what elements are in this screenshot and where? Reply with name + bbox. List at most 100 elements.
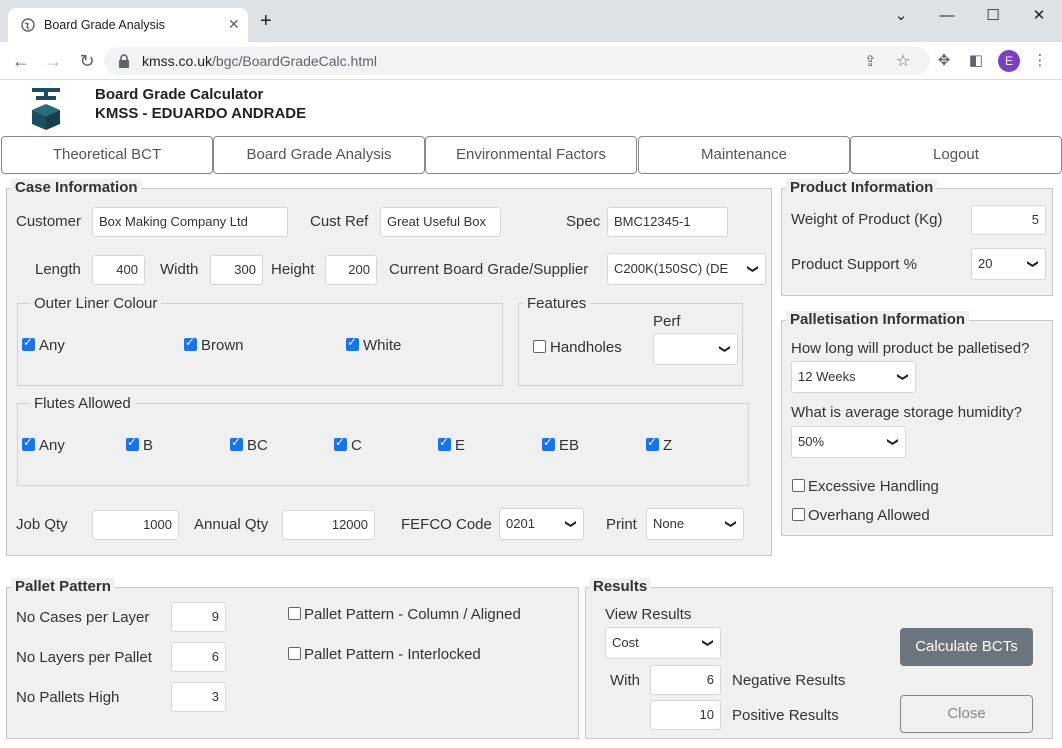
menu-icon[interactable]: ⋮ xyxy=(1031,52,1049,70)
new-tab-icon[interactable]: + xyxy=(260,11,272,31)
excessive-handling-checkbox[interactable] xyxy=(792,479,805,492)
chevron-down-icon: ❯ xyxy=(724,519,737,529)
flute-c-label: C xyxy=(351,437,362,454)
humidity-select[interactable]: 50% ❯ xyxy=(791,426,906,458)
perf-label: Perf xyxy=(653,313,681,330)
spec-input[interactable]: BMC12345-1 xyxy=(607,207,728,237)
profile-avatar[interactable]: E xyxy=(998,50,1020,72)
job-qty-input[interactable]: 1000 xyxy=(92,510,179,540)
cust-ref-input[interactable]: Great Useful Box xyxy=(380,207,501,237)
handholes-label: Handholes xyxy=(550,339,622,356)
flute-bc-checkbox[interactable] xyxy=(230,435,243,451)
features-legend: Features xyxy=(523,295,591,312)
tab-theoretical-bct[interactable]: Theoretical BCT xyxy=(1,136,213,174)
fefco-value: 0201 xyxy=(506,516,535,531)
perf-select[interactable]: ❯ xyxy=(653,333,738,365)
interlocked-checkbox[interactable] xyxy=(288,647,301,660)
height-input[interactable]: 200 xyxy=(325,255,377,285)
maximize-icon[interactable]: ☐ xyxy=(970,4,1016,32)
share-icon[interactable]: ⇪ xyxy=(864,52,877,70)
flute-e-label: E xyxy=(455,437,466,454)
calculate-bcts-button[interactable]: Calculate BCTs xyxy=(900,628,1033,666)
flute-c-checkbox[interactable] xyxy=(334,435,347,451)
cases-per-layer-input[interactable]: 9 xyxy=(171,602,226,632)
app-title: Board Grade Calculator xyxy=(95,86,264,103)
weight-input[interactable]: 5 xyxy=(971,205,1046,235)
globe-icon xyxy=(21,18,35,32)
flute-any-checkbox[interactable] xyxy=(22,435,35,451)
height-label: Height xyxy=(271,261,315,278)
url-text: kmss.co.uk/bgc/BoardGradeCalc.html xyxy=(142,53,377,69)
width-input[interactable]: 300 xyxy=(210,255,263,285)
board-grade-value: C200K(150SC) (DE xyxy=(614,261,729,276)
print-label: Print xyxy=(606,516,637,533)
tab-board-grade-analysis[interactable]: Board Grade Analysis xyxy=(213,136,425,174)
handholes-checkbox[interactable] xyxy=(533,340,546,353)
liner-any-label: Any xyxy=(39,337,65,354)
flute-z-label: Z xyxy=(663,437,673,454)
overhang-label: Overhang Allowed xyxy=(808,507,930,524)
spec-label: Spec xyxy=(566,213,601,230)
browser-tab[interactable]: Board Grade Analysis ✕ xyxy=(8,8,248,42)
flute-bc-label: BC xyxy=(247,437,268,454)
liner-brown-label: Brown xyxy=(201,337,244,354)
close-button[interactable]: Close xyxy=(900,695,1033,733)
results-legend: Results xyxy=(589,578,652,595)
liner-any-checkbox[interactable] xyxy=(22,335,35,351)
pallets-high-input[interactable]: 3 xyxy=(171,682,226,712)
back-icon[interactable]: ← xyxy=(10,50,32,72)
fefco-label: FEFCO Code xyxy=(401,516,492,533)
bookmark-star-icon[interactable]: ☆ xyxy=(896,51,910,71)
weight-label: Weight of Product (Kg) xyxy=(791,211,943,228)
length-input[interactable]: 400 xyxy=(92,255,145,285)
outer-liner-group xyxy=(17,303,503,386)
side-panel-icon[interactable]: ◧ xyxy=(967,52,985,70)
tab-maintenance[interactable]: Maintenance xyxy=(638,136,850,174)
reload-icon[interactable]: ↻ xyxy=(76,50,98,72)
flute-eb-checkbox[interactable] xyxy=(542,435,555,451)
annual-qty-label: Annual Qty xyxy=(194,516,269,533)
url-bar[interactable]: kmss.co.uk/bgc/BoardGradeCalc.html ⇪ ☆ xyxy=(104,47,930,75)
outer-liner-legend: Outer Liner Colour xyxy=(30,295,162,312)
support-select[interactable]: 20 ❯ xyxy=(971,248,1046,280)
view-results-select[interactable]: Cost ❯ xyxy=(605,627,721,659)
negative-results-label: Negative Results xyxy=(732,672,846,689)
close-window-icon[interactable]: ✕ xyxy=(1016,4,1062,32)
positive-results-input[interactable]: 10 xyxy=(650,700,721,730)
tab-logout[interactable]: Logout xyxy=(850,136,1062,174)
minimize-icon[interactable]: — xyxy=(924,4,970,32)
customer-input[interactable]: Box Making Company Ltd xyxy=(92,207,288,237)
humidity-question: What is average storage humidity? xyxy=(791,404,1022,421)
flute-b-label: B xyxy=(143,437,154,454)
layers-per-pallet-label: No Layers per Pallet xyxy=(16,649,152,666)
board-grade-label: Current Board Grade/Supplier xyxy=(389,261,589,278)
duration-select[interactable]: 12 Weeks ❯ xyxy=(791,361,916,393)
tab-environmental-factors[interactable]: Environmental Factors xyxy=(425,136,637,174)
forward-icon[interactable]: → xyxy=(42,50,64,72)
liner-brown-checkbox[interactable] xyxy=(184,335,197,351)
pallet-pattern-legend: Pallet Pattern xyxy=(11,578,115,595)
overhang-checkbox[interactable] xyxy=(792,508,805,521)
flute-z-checkbox[interactable] xyxy=(646,435,659,451)
tab-search-icon[interactable]: ⌄ xyxy=(878,4,924,32)
layers-per-pallet-input[interactable]: 6 xyxy=(171,642,226,672)
app-user: KMSS - EDUARDO ANDRADE xyxy=(95,105,307,122)
flute-b-checkbox[interactable] xyxy=(126,435,139,451)
excessive-handling-label: Excessive Handling xyxy=(808,478,939,495)
board-grade-select[interactable]: C200K(150SC) (DE ❯ xyxy=(607,253,766,285)
cases-per-layer-label: No Cases per Layer xyxy=(16,609,150,626)
liner-white-checkbox[interactable] xyxy=(346,335,359,351)
annual-qty-input[interactable]: 12000 xyxy=(282,510,375,540)
length-label: Length xyxy=(35,261,81,278)
column-aligned-checkbox[interactable] xyxy=(288,607,301,620)
print-select[interactable]: None ❯ xyxy=(646,508,744,540)
chevron-down-icon: ❯ xyxy=(886,437,899,447)
negative-results-input[interactable]: 6 xyxy=(650,665,721,695)
fefco-select[interactable]: 0201 ❯ xyxy=(499,508,584,540)
duration-value: 12 Weeks xyxy=(798,369,856,384)
address-bar: ← → ↻ kmss.co.uk/bgc/BoardGradeCalc.html… xyxy=(0,42,1062,80)
interlocked-label: Pallet Pattern - Interlocked xyxy=(304,646,481,663)
close-tab-icon[interactable]: ✕ xyxy=(228,16,240,33)
flute-e-checkbox[interactable] xyxy=(438,435,451,451)
extensions-icon[interactable]: ✥ xyxy=(935,52,953,70)
